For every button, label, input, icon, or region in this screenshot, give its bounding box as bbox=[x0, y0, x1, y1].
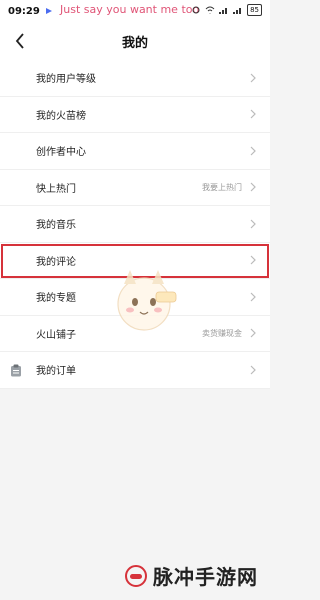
menu-item-hint: 卖货赚现金 bbox=[202, 328, 242, 338]
clipboard-icon bbox=[11, 364, 21, 377]
menu-item-label: 我的火苗榜 bbox=[36, 110, 86, 122]
menu-item-flame-rank[interactable]: 我的火苗榜 bbox=[0, 97, 270, 133]
menu-item-user-level[interactable]: 我的用户等级 bbox=[0, 60, 270, 97]
chevron-right-icon bbox=[250, 219, 256, 229]
wifi-icon bbox=[205, 6, 215, 14]
chevron-right-icon bbox=[250, 182, 256, 192]
menu-list: 我的用户等级 我的火苗榜 创作者中心 快上热门 我要上热门 我的音乐 我的评论 … bbox=[0, 60, 270, 389]
menu-item-label: 我的订单 bbox=[36, 366, 76, 378]
back-button[interactable] bbox=[10, 31, 30, 51]
chevron-right-icon bbox=[250, 146, 256, 156]
menu-item-trending[interactable]: 快上热门 我要上热门 bbox=[0, 170, 270, 206]
chevron-right-icon bbox=[250, 73, 256, 83]
footer-watermark: 脉冲手游网 bbox=[125, 561, 258, 590]
footer-watermark-text: 脉冲手游网 bbox=[153, 565, 258, 589]
nav-bar: 我的 bbox=[0, 22, 270, 60]
status-time: 09:29 bbox=[8, 5, 40, 17]
battery-indicator: 85 bbox=[247, 4, 262, 16]
menu-item-label: 创作者中心 bbox=[36, 147, 86, 159]
page-title: 我的 bbox=[121, 35, 148, 51]
menu-item-label: 我的用户等级 bbox=[36, 74, 96, 86]
chevron-right-icon bbox=[250, 109, 256, 119]
status-bar: 09:29 Just say you want me too 85 bbox=[0, 0, 270, 22]
chevron-right-icon bbox=[250, 255, 256, 265]
chevron-right-icon bbox=[250, 292, 256, 302]
alarm-icon bbox=[192, 6, 200, 14]
chevron-left-icon bbox=[15, 33, 24, 49]
menu-item-label: 我的音乐 bbox=[36, 220, 76, 232]
menu-item-hint: 我要上热门 bbox=[202, 182, 242, 192]
watermark-text: Just say you want me too bbox=[60, 3, 200, 16]
status-icons: 85 bbox=[191, 4, 262, 16]
menu-item-label: 快上热门 bbox=[36, 183, 76, 195]
signal-icon-2 bbox=[233, 8, 242, 14]
signal-icon bbox=[219, 8, 228, 14]
mascot-watermark-image bbox=[117, 270, 177, 331]
gamepad-logo-icon bbox=[125, 564, 147, 587]
menu-item-creator-center[interactable]: 创作者中心 bbox=[0, 133, 270, 170]
menu-item-my-music[interactable]: 我的音乐 bbox=[0, 206, 270, 243]
app-notification-icon bbox=[45, 8, 52, 14]
menu-item-my-orders[interactable]: 我的订单 bbox=[0, 352, 270, 389]
chevron-right-icon bbox=[250, 365, 256, 375]
chevron-right-icon bbox=[250, 328, 256, 338]
